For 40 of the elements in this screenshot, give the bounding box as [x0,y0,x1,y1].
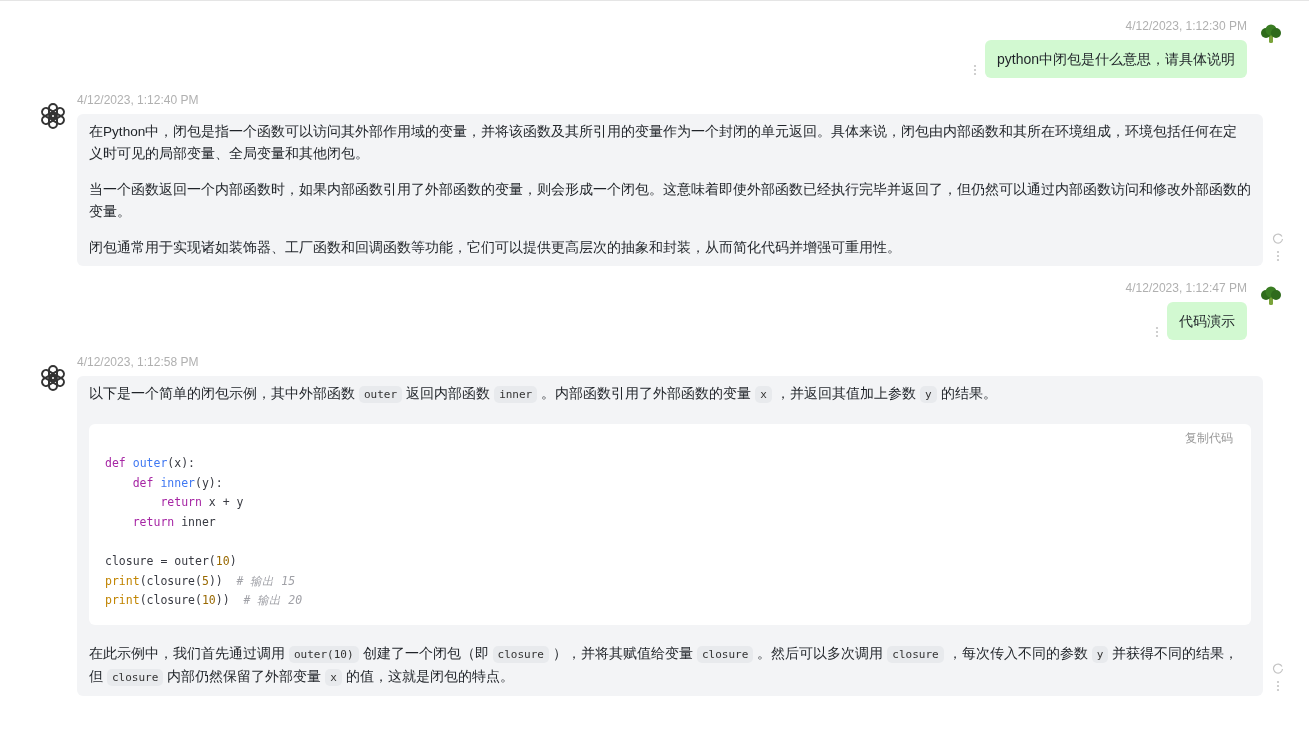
inline-code: y [1091,645,1109,663]
assistant-avatar-icon [38,363,68,393]
inline-code: outer(10) [289,645,359,663]
inline-code: closure [107,668,164,686]
code-line: print(closure(10)) # 输出 20 [105,592,303,610]
refresh-icon[interactable] [1272,661,1284,674]
more-options-icon[interactable] [1155,326,1159,338]
user-message-bubble: python中闭包是什么意思，请具体说明 [984,40,1247,78]
more-options-icon[interactable] [1276,679,1280,692]
inline-code: x [325,668,342,686]
inline-code: y [919,386,937,403]
user-message-bubble: 代码演示 [1167,302,1247,340]
inline-code: outer [359,386,403,403]
message-timestamp: 4/12/2023, 1:12:30 PM [1125,18,1247,34]
user-avatar-icon [1259,24,1283,44]
inline-code: inner [494,386,538,403]
copy-code-button[interactable]: 复制代码 [1183,428,1235,448]
message-timestamp: 4/12/2023, 1:12:47 PM [1125,280,1247,296]
code-line: def outer(x): [105,455,196,472]
message-paragraph: 以下是一个简单的闭包示例，其中外部函数 outer 返回内部函数 inner 。内部函数引用了外部函数的变量 x ，并返回其值加上参数 y 的结果。 [89,385,998,405]
message-timestamp: 4/12/2023, 1:12:58 PM [77,354,200,370]
message-paragraph: 在Python中，闭包是指一个函数可以访问其外部作用域的变量，并将该函数及其所引用的变量作为一个封闭的单元返回。具体来说，闭包由内部函数和其所在环境组成，环境包括任何在定义时可见的局部变量、全局变量和其他闭包。 [89,123,1239,163]
message-paragraph: 当一个函数返回一个内部函数时，如果内部函数引用了外部函数的变量，则会形成一个闭包。这意味着即使外部函数已经执行完毕并返回了，但仍然可以通过内部函数访问和修改外部函数的变量。 [89,181,1251,221]
message-paragraph: 闭包通常用于实现诸如装饰器、工厂函数和回调函数等功能，它们可以提供更高层次的抽象和封装，从而简化代码并增强可重用性。 [89,239,902,257]
more-options-icon[interactable] [972,64,977,76]
refresh-icon[interactable] [1272,232,1284,244]
code-line: closure = outer(10) [105,552,237,570]
inline-code: closure [492,645,549,663]
message-timestamp: 4/12/2023, 1:12:40 PM [77,92,200,108]
assistant-avatar-icon [38,101,68,131]
code-line: return x + y [159,494,244,512]
code-line: print(closure(5)) # 输出 15 [105,572,296,590]
code-line: return inner [131,513,216,531]
inline-code: closure [696,645,754,663]
code-line: def inner(y): [131,474,223,492]
user-avatar-icon [1259,286,1283,306]
inline-code: closure [887,645,944,663]
more-options-icon[interactable] [1276,250,1280,262]
inline-code: x [755,386,772,403]
message-paragraph: 在此示例中，我们首先通过调用 outer(10) 创建了一个闭包（即 closure ），并将其赋值给变量 closure 。然后可以多次调用 closure ，每次传入不同的参数 y 并获得不同的结果，但 closure 内部仍然保留了外部变量 x 的值，这就是闭包的特点。 [89,644,1240,688]
